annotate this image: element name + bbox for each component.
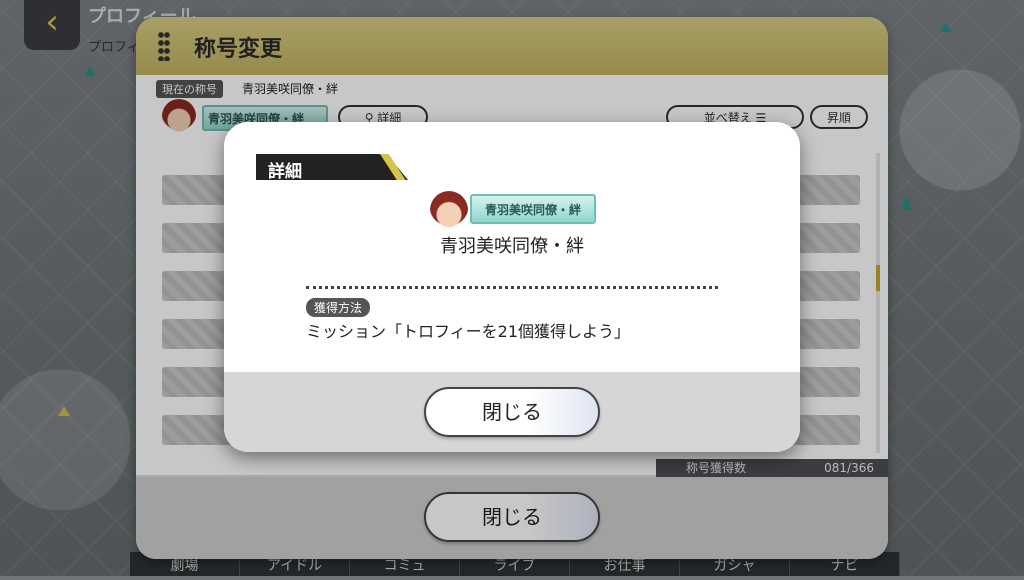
avatar — [430, 191, 468, 229]
detail-dialog: 詳細 青羽美咲同僚・絆 青羽美咲同僚・絆 獲得方法 ミッション「トロフィーを21… — [224, 122, 800, 452]
dialog-close-button[interactable]: 閉じる — [424, 387, 600, 437]
title-name: 青羽美咲同僚・絆 — [440, 236, 584, 257]
acquisition-method-label: 獲得方法 — [306, 298, 371, 317]
dialog-header: 詳細 — [268, 162, 302, 182]
title-plate: 青羽美咲同僚・絆 — [470, 194, 596, 224]
dialog-footer: 閉じる — [224, 372, 800, 452]
acquisition-method-value: ミッション「トロフィーを21個獲得しよう」 — [306, 322, 631, 341]
divider — [306, 286, 718, 289]
